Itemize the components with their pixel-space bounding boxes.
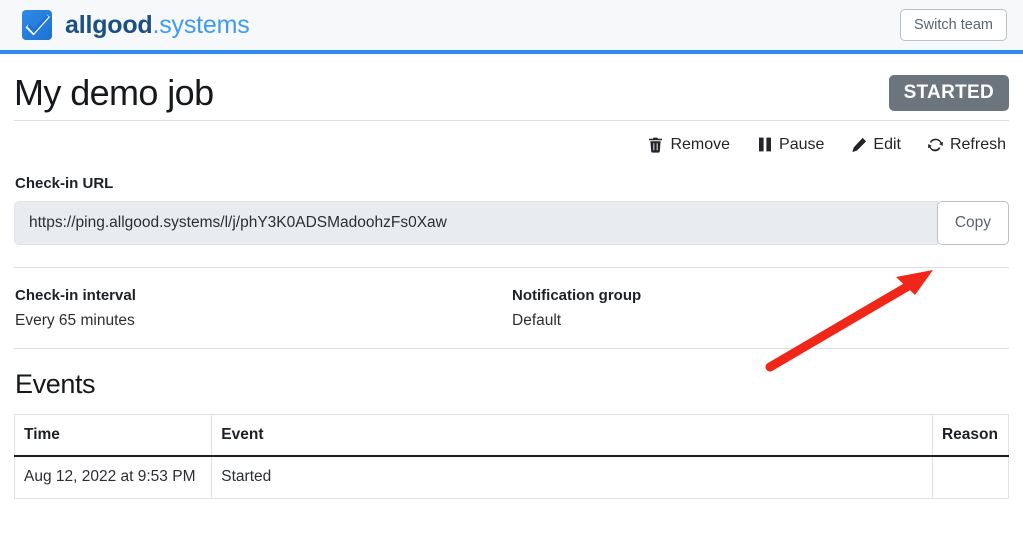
column-header-event: Event [212,414,933,456]
copy-button[interactable]: Copy [937,201,1009,245]
edit-label: Edit [873,137,901,153]
brand-text: allgood.systems [65,13,250,38]
pause-icon [756,136,773,153]
notification-group-label: Notification group [512,287,1009,304]
notification-group-value: Default [512,312,1009,330]
divider-bottom [14,348,1009,349]
events-table-body: Aug 12, 2022 at 9:53 PM Started [15,456,1009,498]
trash-icon [647,136,664,153]
checkin-interval-label: Check-in interval [15,287,512,304]
table-row[interactable]: Aug 12, 2022 at 9:53 PM Started [15,456,1009,498]
job-title-row: My demo job STARTED [14,54,1009,120]
pause-button[interactable]: Pause [756,136,824,153]
brand-secondary: .systems [152,11,249,39]
switch-team-button[interactable]: Switch team [900,9,1007,42]
remove-label: Remove [670,137,730,153]
cell-time: Aug 12, 2022 at 9:53 PM [15,456,212,498]
notification-group-block: Notification group Default [512,287,1009,330]
brand-primary: allgood [65,11,152,39]
brand-logo[interactable]: allgood.systems [22,10,250,40]
app-header: allgood.systems Switch team [0,0,1023,54]
checkin-url-row: https://ping.allgood.systems/l/j/phY3K0A… [14,201,1009,245]
column-header-time: Time [15,414,212,456]
cell-reason [932,456,1008,498]
status-badge: STARTED [889,75,1009,111]
page-content: My demo job STARTED Remove Pause [0,54,1023,499]
column-header-reason: Reason [932,414,1008,456]
checkin-interval-value: Every 65 minutes [15,312,512,330]
checkin-url-field[interactable]: https://ping.allgood.systems/l/j/phY3K0A… [14,201,938,245]
refresh-icon [927,136,944,153]
events-table: Time Event Reason Aug 12, 2022 at 9:53 P… [14,414,1009,499]
events-heading: Events [15,369,1009,400]
checkmark-logo-icon [22,10,52,40]
pencil-icon [850,136,867,153]
events-header-row: Time Event Reason [15,414,1009,456]
job-actions-toolbar: Remove Pause Edit [14,121,1009,167]
checkin-url-label: Check-in URL [15,175,1009,192]
events-table-head: Time Event Reason [15,414,1009,456]
cell-event: Started [212,456,933,498]
refresh-label: Refresh [950,137,1006,153]
remove-button[interactable]: Remove [647,136,730,153]
job-details: Check-in interval Every 65 minutes Notif… [14,268,1009,348]
page-title: My demo job [14,72,214,114]
edit-button[interactable]: Edit [850,136,901,153]
refresh-button[interactable]: Refresh [927,136,1006,153]
checkin-interval-block: Check-in interval Every 65 minutes [15,287,512,330]
pause-label: Pause [779,137,824,153]
